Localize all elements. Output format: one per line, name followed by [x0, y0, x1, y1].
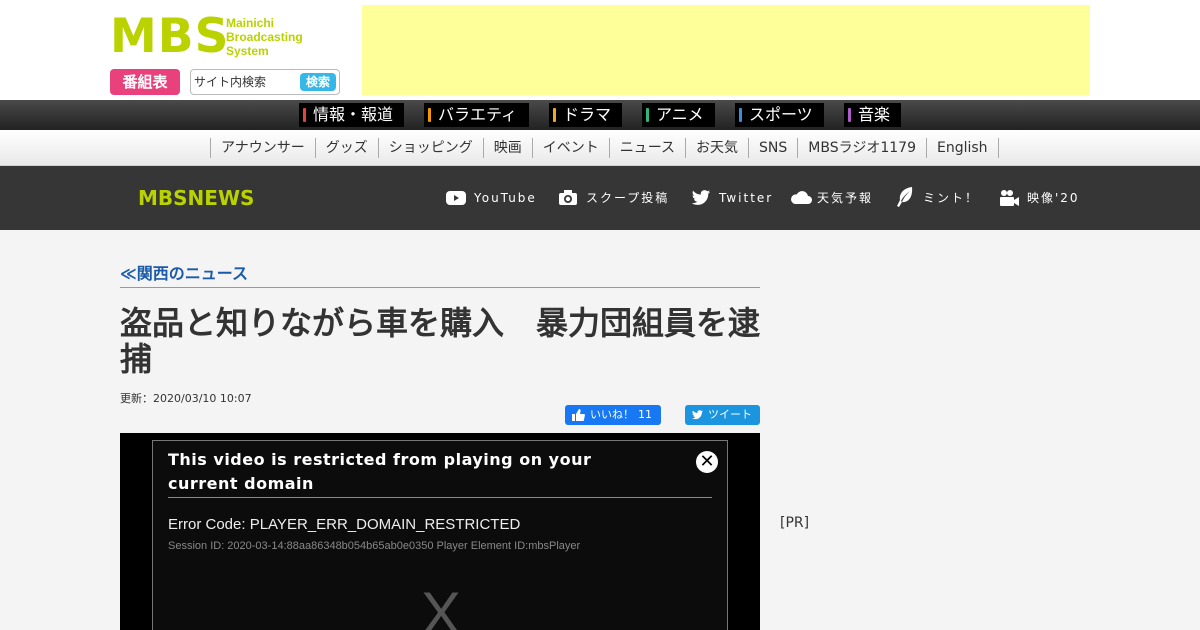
- logo-sub-line: Mainichi: [226, 16, 275, 30]
- breadcrumb-link[interactable]: ≪関西のニュース: [120, 264, 248, 283]
- tweet-label: ツイート: [708, 408, 752, 421]
- program-guide-button[interactable]: 番組表: [110, 69, 180, 95]
- genre-drama[interactable]: ドラマ: [549, 103, 622, 127]
- cloud-icon: [791, 191, 812, 204]
- like-count: 11: [638, 408, 652, 421]
- twitter-icon: [691, 190, 711, 205]
- news-link-label: ミント！: [923, 191, 980, 205]
- genre-color-stripe: [553, 108, 556, 122]
- news-bar: MBSNEWS YouTube スクープ投稿 Twitter 天気予報 ミント！…: [0, 166, 1200, 230]
- genre-color-stripe: [646, 108, 649, 122]
- genre-nav: 情報・報道 バラエティ ドラマ アニメ スポーツ 音楽: [0, 100, 1200, 130]
- news-link-label: YouTube: [474, 191, 537, 205]
- news-link-label: 天気予報: [817, 191, 874, 205]
- genre-anime[interactable]: アニメ: [642, 103, 715, 127]
- genre-label: スポーツ: [749, 105, 813, 124]
- sub-nav-list: アナウンサー グッズ ショッピング 映画 イベント ニュース お天気 SNS M…: [210, 138, 999, 158]
- updated-timestamp: 更新：2020/03/10 10:07: [120, 392, 252, 405]
- tweet-button[interactable]: ツイート: [685, 405, 760, 425]
- player-error-dialog: This video is restricted from playing on…: [152, 440, 728, 630]
- genre-music[interactable]: 音楽: [844, 103, 901, 127]
- sub-nav-item-event[interactable]: イベント: [533, 138, 610, 158]
- sub-nav: アナウンサー グッズ ショッピング 映画 イベント ニュース お天気 SNS M…: [0, 130, 1200, 166]
- logo-sub-line: System: [226, 44, 269, 58]
- video-player[interactable]: This video is restricted from playing on…: [120, 433, 760, 630]
- error-divider: [168, 497, 712, 498]
- genre-sports[interactable]: スポーツ: [735, 103, 824, 127]
- ad-banner[interactable]: [362, 5, 1090, 95]
- sub-nav-item-shopping[interactable]: ショッピング: [379, 138, 484, 158]
- sub-nav-item-radio[interactable]: MBSラジオ1179: [798, 138, 927, 158]
- youtube-icon: [446, 191, 466, 205]
- news-link-label: Twitter: [719, 191, 774, 205]
- facebook-like-button[interactable]: いいね！ 11: [565, 405, 661, 425]
- genre-label: ドラマ: [563, 105, 612, 124]
- search-input[interactable]: [194, 73, 298, 91]
- news-link-label: 映像'20: [1027, 191, 1080, 205]
- genre-label: 音楽: [858, 105, 891, 124]
- breadcrumb: ≪関西のニュース: [120, 265, 760, 288]
- mbs-news-logo[interactable]: MBSNEWS: [138, 187, 254, 209]
- genre-label: 情報・報道: [313, 105, 394, 124]
- sub-nav-item-sns[interactable]: SNS: [749, 138, 799, 158]
- mbs-logo[interactable]: MBS Mainichi Broadcasting System: [110, 9, 340, 64]
- genre-label: アニメ: [656, 105, 704, 124]
- pr-label: [PR]: [780, 515, 810, 531]
- genre-color-stripe: [303, 108, 306, 122]
- logo-sub-line: Broadcasting: [226, 30, 303, 44]
- sub-nav-item-news[interactable]: ニュース: [610, 138, 687, 158]
- error-title: This video is restricted from playing on…: [168, 450, 592, 493]
- sub-nav-item-announcer[interactable]: アナウンサー: [211, 138, 316, 158]
- genre-label: バラエティ: [438, 105, 518, 124]
- site-header: MBS Mainichi Broadcasting System 番組表 検索: [0, 0, 1200, 100]
- logo-subtitle: Mainichi Broadcasting System: [226, 16, 303, 58]
- video-camera-icon: [1000, 190, 1019, 206]
- close-icon[interactable]: ✕: [696, 451, 718, 473]
- search-button[interactable]: 検索: [300, 73, 336, 91]
- sub-nav-item-movie[interactable]: 映画: [484, 138, 533, 158]
- genre-color-stripe: [848, 108, 851, 122]
- thumbs-up-icon: [572, 409, 585, 421]
- site-search: 検索: [190, 69, 340, 95]
- news-link-label: スクープ投稿: [586, 191, 670, 205]
- logo-wordmark: MBS: [110, 9, 230, 64]
- twitter-icon: [692, 410, 703, 420]
- sub-nav-item-goods[interactable]: グッズ: [316, 138, 379, 158]
- genre-color-stripe: [428, 108, 431, 122]
- player-placeholder-icon: X: [421, 580, 462, 630]
- sub-nav-item-english[interactable]: English: [927, 138, 999, 158]
- error-code: Error Code: PLAYER_ERR_DOMAIN_RESTRICTED: [168, 516, 521, 533]
- like-label: いいね！: [590, 408, 634, 421]
- article-title: 盗品と知りながら車を購入 暴力団組員を逮捕: [120, 304, 761, 378]
- genre-news[interactable]: 情報・報道: [299, 103, 404, 127]
- genre-color-stripe: [739, 108, 742, 122]
- camera-icon: [559, 190, 577, 205]
- error-session-id: Session ID: 2020-03-14:88aa86348b054b65a…: [168, 540, 581, 552]
- sub-nav-item-weather[interactable]: お天気: [686, 138, 750, 158]
- leaf-icon: [897, 187, 913, 207]
- genre-variety[interactable]: バラエティ: [424, 103, 529, 127]
